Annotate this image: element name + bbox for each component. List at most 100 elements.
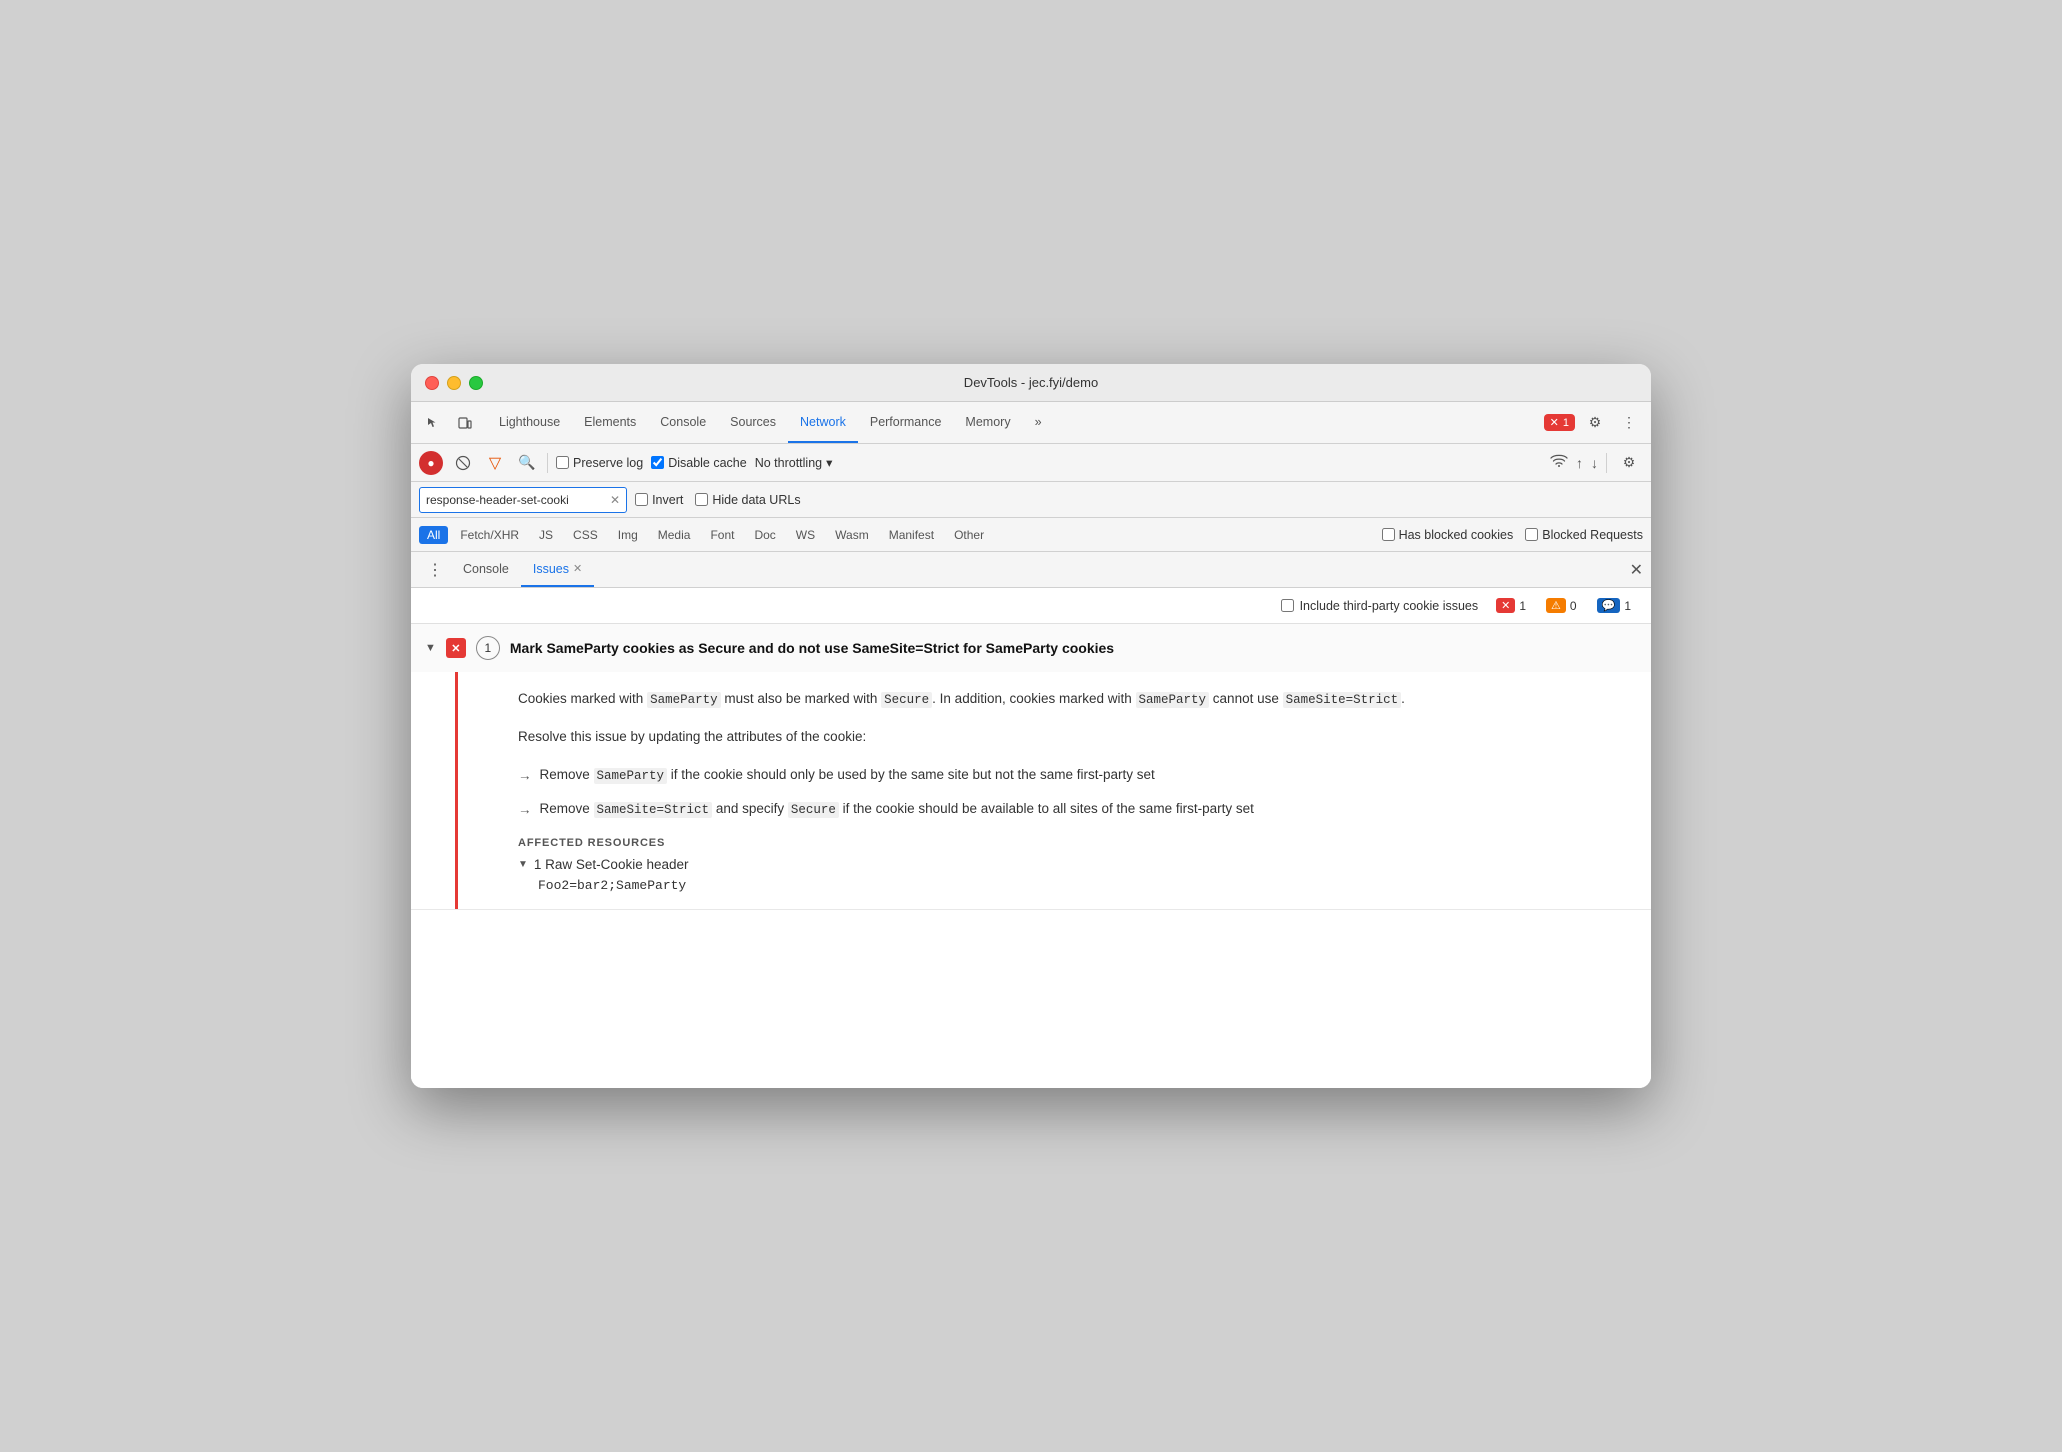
code-sameparty-bullet: SameParty xyxy=(594,768,668,784)
issue-header[interactable]: ▼ ✕ 1 Mark SameParty cookies as Secure a… xyxy=(411,624,1651,672)
type-filter-bar: All Fetch/XHR JS CSS Img Media Font Doc … xyxy=(411,518,1651,552)
type-filter-other[interactable]: Other xyxy=(946,526,992,544)
throttle-arrow-icon: ▾ xyxy=(826,455,832,470)
tab-performance[interactable]: Performance xyxy=(858,402,954,443)
code-secure-1: Secure xyxy=(881,692,932,708)
issue-counts: ✕ 1 ⚠ 0 💬 1 xyxy=(1490,596,1637,615)
type-filter-font[interactable]: Font xyxy=(702,526,742,544)
download-icon[interactable]: ↓ xyxy=(1591,455,1598,471)
type-filter-manifest[interactable]: Manifest xyxy=(881,526,942,544)
clear-button[interactable] xyxy=(451,451,475,475)
traffic-lights xyxy=(425,376,483,390)
maximize-button[interactable] xyxy=(469,376,483,390)
warning-badge-icon: ⚠ xyxy=(1546,598,1566,613)
error-badge[interactable]: ✕ 1 xyxy=(1544,414,1575,431)
toolbar-separator-2 xyxy=(1606,453,1607,473)
hide-data-urls-checkbox[interactable]: Hide data URLs xyxy=(695,493,800,507)
filter-input-container: ✕ xyxy=(419,487,627,513)
issue-group-sameparty: ▼ ✕ 1 Mark SameParty cookies as Secure a… xyxy=(411,624,1651,910)
filter-clear-button[interactable]: ✕ xyxy=(610,494,620,506)
resource-item[interactable]: ▼ 1 Raw Set-Cookie header xyxy=(518,857,1621,872)
resource-label: 1 Raw Set-Cookie header xyxy=(534,857,689,872)
tab-issues-close-icon[interactable]: ✕ xyxy=(573,562,582,575)
upload-icon[interactable]: ↑ xyxy=(1576,455,1583,471)
throttle-select[interactable]: No throttling ▾ xyxy=(755,455,833,470)
type-filter-doc[interactable]: Doc xyxy=(746,526,783,544)
resource-value: Foo2=bar2;SameParty xyxy=(538,878,1621,893)
tab-more[interactable]: » xyxy=(1023,402,1054,443)
type-filter-media[interactable]: Media xyxy=(650,526,699,544)
type-filter-checkboxes: Has blocked cookies Blocked Requests xyxy=(1382,528,1643,542)
panel-menu-icon[interactable]: ⋮ xyxy=(419,560,451,580)
type-filter-ws[interactable]: WS xyxy=(788,526,823,544)
main-tab-bar: Lighthouse Elements Console Sources Netw… xyxy=(411,402,1651,444)
arrow-icon-2: → xyxy=(518,799,532,821)
third-party-cookie-checkbox[interactable]: Include third-party cookie issues xyxy=(1281,599,1479,613)
code-sameparty-1: SameParty xyxy=(647,692,721,708)
invert-checkbox[interactable]: Invert xyxy=(635,493,683,507)
disable-cache-checkbox[interactable]: Disable cache xyxy=(651,456,747,470)
type-filter-fetch-xhr[interactable]: Fetch/XHR xyxy=(452,526,527,544)
issue-title: Mark SameParty cookies as Secure and do … xyxy=(510,640,1114,656)
info-badge-icon: 💬 xyxy=(1597,598,1621,613)
network-toolbar: ● ▽ 🔍 Preserve log Disable cache No thro… xyxy=(411,444,1651,482)
cursor-icon[interactable] xyxy=(419,409,447,437)
filter-button[interactable]: ▽ xyxy=(483,451,507,475)
tab-items: Lighthouse Elements Console Sources Netw… xyxy=(487,402,1544,443)
error-count: 1 xyxy=(1563,417,1569,429)
issues-panel: Include third-party cookie issues ✕ 1 ⚠ … xyxy=(411,588,1651,1088)
error-badge-icon: ✕ xyxy=(1496,598,1515,613)
warning-count-badge: ⚠ 0 xyxy=(1540,596,1583,615)
code-samesite-strict: SameSite=Strict xyxy=(1283,692,1402,708)
preserve-log-checkbox[interactable]: Preserve log xyxy=(556,456,643,470)
device-icon[interactable] xyxy=(451,409,479,437)
affected-resources-title: AFFECTED RESOURCES xyxy=(518,837,1621,849)
network-settings-icon[interactable]: ⚙ xyxy=(1615,449,1643,477)
network-icons: ↑ ↓ ⚙ xyxy=(1550,449,1643,477)
filter-input[interactable] xyxy=(426,493,606,507)
filter-bar: ✕ Invert Hide data URLs xyxy=(411,482,1651,518)
error-count-badge: ✕ 1 xyxy=(1490,596,1532,615)
devtools-icons xyxy=(419,409,479,437)
issue-error-icon: ✕ xyxy=(446,638,466,658)
tab-network[interactable]: Network xyxy=(788,402,858,443)
type-filter-wasm[interactable]: Wasm xyxy=(827,526,877,544)
record-button[interactable]: ● xyxy=(419,451,443,475)
issue-bullet-1: → Remove SameParty if the cookie should … xyxy=(518,764,1621,787)
search-button[interactable]: 🔍 xyxy=(515,451,539,475)
type-filter-css[interactable]: CSS xyxy=(565,526,606,544)
issues-toolbar: Include third-party cookie issues ✕ 1 ⚠ … xyxy=(411,588,1651,624)
has-blocked-cookies-checkbox[interactable]: Has blocked cookies xyxy=(1382,528,1514,542)
window-title: DevTools - jec.fyi/demo xyxy=(964,375,1098,390)
wifi-icon[interactable] xyxy=(1550,453,1568,472)
issue-count-circle: 1 xyxy=(476,636,500,660)
warning-count-value: 0 xyxy=(1570,599,1577,613)
settings-icon[interactable]: ⚙ xyxy=(1581,409,1609,437)
tab-lighthouse[interactable]: Lighthouse xyxy=(487,402,572,443)
tab-console-panel[interactable]: Console xyxy=(451,552,521,587)
issue-description: Cookies marked with SameParty must also … xyxy=(518,688,1621,710)
type-filter-img[interactable]: Img xyxy=(610,526,646,544)
close-button[interactable] xyxy=(425,376,439,390)
arrow-icon-1: → xyxy=(518,765,532,787)
type-filter-all[interactable]: All xyxy=(419,526,448,544)
tab-console[interactable]: Console xyxy=(648,402,718,443)
issue-body: Cookies marked with SameParty must also … xyxy=(455,672,1651,909)
devtools-content: Lighthouse Elements Console Sources Netw… xyxy=(411,402,1651,1088)
error-x-icon: ✕ xyxy=(1550,416,1559,429)
tab-elements[interactable]: Elements xyxy=(572,402,648,443)
code-samesite-strict-bullet: SameSite=Strict xyxy=(594,802,713,818)
tab-sources[interactable]: Sources xyxy=(718,402,788,443)
issue-resolve-text: Resolve this issue by updating the attri… xyxy=(518,726,1621,748)
panel-close-icon[interactable]: ✕ xyxy=(1630,560,1643,580)
more-options-icon[interactable]: ⋮ xyxy=(1615,409,1643,437)
toolbar-separator-1 xyxy=(547,453,548,473)
code-sameparty-2: SameParty xyxy=(1136,692,1210,708)
tab-memory[interactable]: Memory xyxy=(953,402,1022,443)
affected-resources: AFFECTED RESOURCES ▼ 1 Raw Set-Cookie he… xyxy=(518,837,1621,893)
type-filter-js[interactable]: JS xyxy=(531,526,561,544)
minimize-button[interactable] xyxy=(447,376,461,390)
panel-tabs: ⋮ Console Issues ✕ ✕ xyxy=(411,552,1651,588)
blocked-requests-checkbox[interactable]: Blocked Requests xyxy=(1525,528,1643,542)
tab-issues-panel[interactable]: Issues ✕ xyxy=(521,552,594,587)
